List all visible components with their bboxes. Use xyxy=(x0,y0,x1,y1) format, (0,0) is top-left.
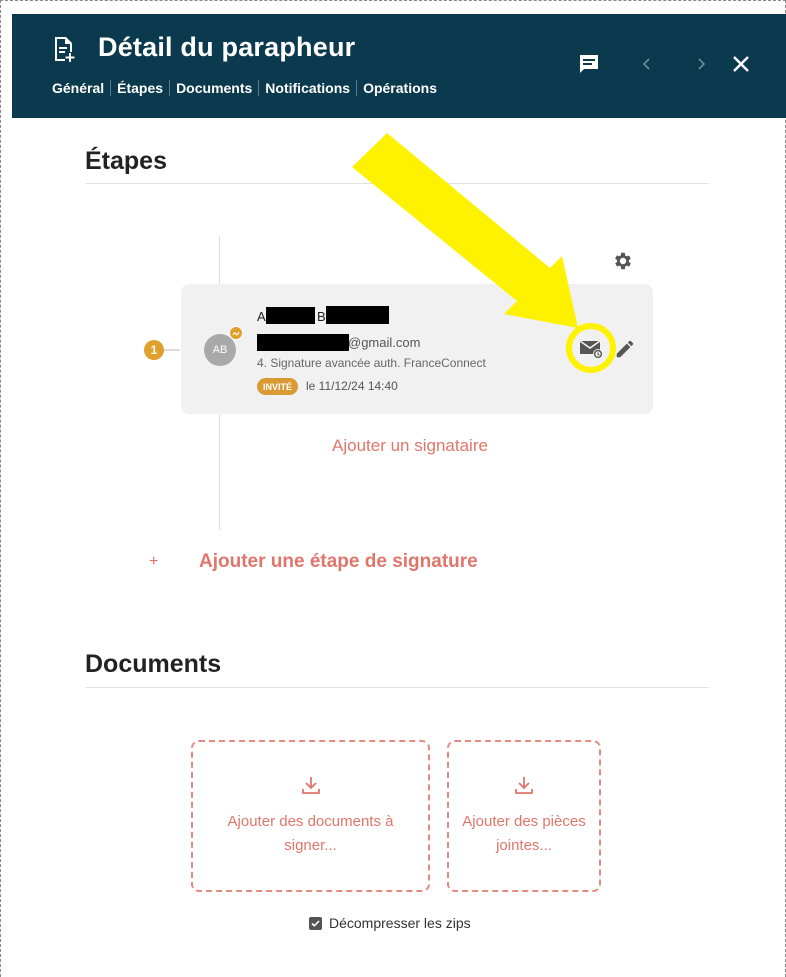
divider xyxy=(85,687,709,688)
tab-documents[interactable]: Documents xyxy=(170,80,260,96)
resend-mail-icon[interactable] xyxy=(578,337,604,361)
tab-notifications[interactable]: Notifications xyxy=(259,80,358,96)
signature-badge-icon xyxy=(229,326,243,340)
close-button[interactable] xyxy=(727,50,755,78)
signature-type: 4. Signature avancée auth. FranceConnect xyxy=(257,356,486,370)
redaction-block xyxy=(257,334,349,351)
section-tabs: Général Étapes Documents Notifications O… xyxy=(52,80,443,96)
unzip-label: Décompresser les zips xyxy=(329,915,471,931)
divider xyxy=(85,183,709,184)
steps-section-title: Étapes xyxy=(85,147,167,175)
unzip-checkbox[interactable] xyxy=(309,916,322,930)
timeline-line xyxy=(219,236,220,284)
pencil-icon[interactable] xyxy=(614,338,636,360)
signer-email: @gmail.com xyxy=(348,335,421,350)
status-badge: INVITÉ xyxy=(257,378,299,395)
step-connector xyxy=(164,349,180,351)
documents-section-title: Documents xyxy=(85,650,222,678)
redaction-block xyxy=(326,306,389,324)
signer-last-initial: B xyxy=(317,309,326,324)
add-documents-label: Ajouter des documents à signer... xyxy=(227,813,394,854)
status-date: le 11/12/24 14:40 xyxy=(306,379,398,393)
tab-general[interactable]: Général xyxy=(52,80,112,96)
timeline-line xyxy=(219,414,220,530)
close-icon xyxy=(733,56,749,72)
gear-icon[interactable] xyxy=(612,250,634,272)
download-icon xyxy=(515,777,533,794)
tab-etapes[interactable]: Étapes xyxy=(111,80,171,96)
redaction-block xyxy=(266,307,315,324)
add-documents-dropzone[interactable]: Ajouter des documents à signer... xyxy=(191,740,430,892)
add-attachments-dropzone[interactable]: Ajouter des pièces jointes... xyxy=(447,740,601,892)
previous-button[interactable] xyxy=(633,50,661,78)
add-attachments-label: Ajouter des pièces jointes... xyxy=(462,813,586,854)
step-number-badge: 1 xyxy=(144,340,164,360)
document-add-icon xyxy=(55,37,75,62)
chevron-left-icon xyxy=(642,58,650,70)
comment-icon xyxy=(580,55,598,73)
comment-button[interactable] xyxy=(575,50,603,78)
panel-header: Détail du parapheur Général Étapes Docum… xyxy=(12,14,786,118)
add-step-link[interactable]: Ajouter une étape de signature xyxy=(199,551,478,573)
signer-first-initial: A xyxy=(257,309,266,324)
add-signer-link[interactable]: Ajouter un signataire xyxy=(332,436,488,456)
chevron-right-icon xyxy=(698,58,706,70)
tab-operations[interactable]: Opérations xyxy=(357,80,443,96)
next-button[interactable] xyxy=(687,50,715,78)
checkmark-icon xyxy=(311,919,320,927)
plus-icon: + xyxy=(149,553,159,570)
unzip-option: Décompresser les zips xyxy=(309,915,471,931)
download-icon xyxy=(301,777,320,794)
panel-title: Détail du parapheur xyxy=(98,32,356,62)
